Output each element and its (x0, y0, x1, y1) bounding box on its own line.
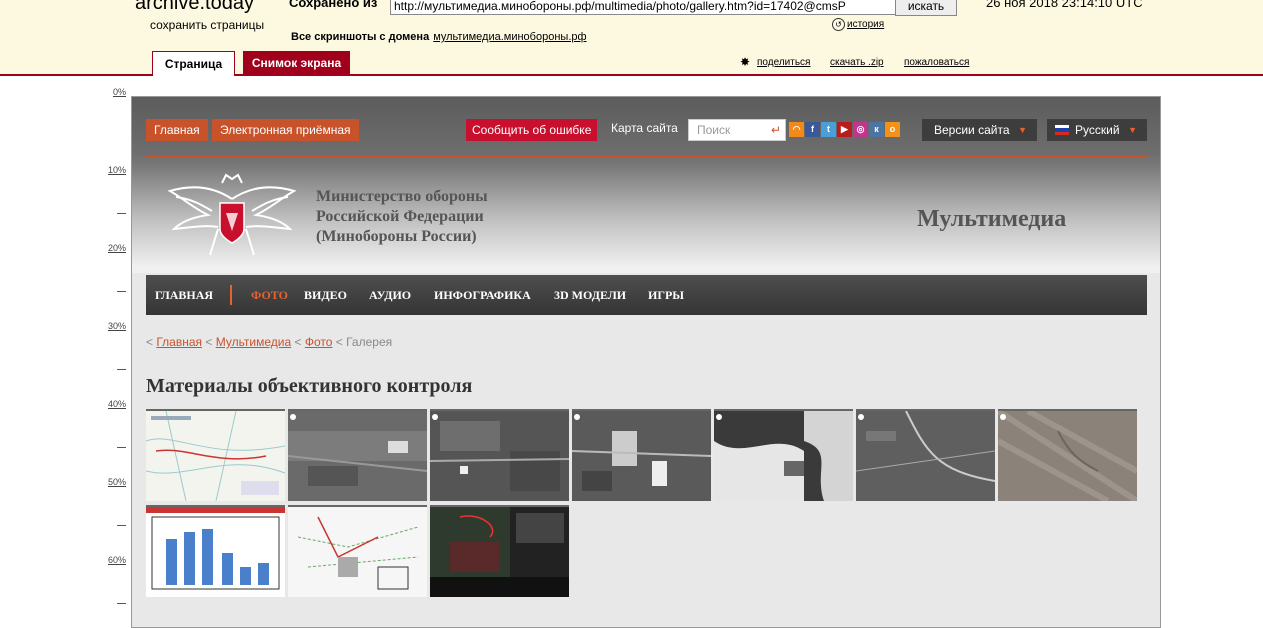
chevron-down-icon: ▼ (1018, 125, 1027, 135)
saved-from-label: Сохранено из (289, 0, 378, 10)
download-zip-link[interactable]: скачать .zip (830, 57, 884, 68)
ruler-tick (117, 369, 126, 370)
search-button[interactable]: искать (895, 0, 957, 16)
ministry-name-line: Российской Федерации (316, 208, 484, 225)
domain-link[interactable]: мультимедиа.минобороны.рф (433, 31, 586, 43)
history-link-text: история (847, 19, 885, 31)
tab-page[interactable]: Страница (152, 51, 235, 76)
ruler-tick (117, 291, 126, 292)
share-icon[interactable]: ✸ (740, 55, 754, 69)
gallery-thumbnail[interactable] (146, 409, 285, 501)
menu-item-audio[interactable]: АУДИО (369, 275, 411, 315)
gallery-thumbnail[interactable] (856, 409, 995, 501)
menu-item-3d-models[interactable]: 3D МОДЕЛИ (554, 275, 626, 315)
report-error-button[interactable]: Сообщить об ошибке (466, 119, 598, 141)
breadcrumb-home[interactable]: Главная (156, 335, 202, 349)
breadcrumb: < Главная < Мультимедиа < Фото < Галерея (146, 335, 392, 349)
main-menu: ГЛАВНАЯ ФОТО ВИДЕО АУДИО ИНФОГРАФИКА 3D … (146, 275, 1147, 315)
site-versions-dropdown[interactable]: Версии сайта ▼ (922, 119, 1037, 141)
page-title: Материалы объективного контроля (146, 375, 473, 397)
ministry-name-line: (Минобороны России) (316, 228, 477, 245)
gallery-thumbnail[interactable] (714, 409, 853, 501)
site-versions-label: Версии сайта (934, 123, 1010, 137)
enter-icon[interactable]: ↵ (771, 120, 781, 140)
gallery-thumbnail[interactable] (998, 409, 1137, 501)
twitter-icon[interactable]: t (821, 122, 836, 137)
share-link[interactable]: поделиться (757, 57, 810, 68)
site-search-placeholder: Поиск (697, 123, 731, 137)
social-icons: ◠ f t ▶ ◎ к о (789, 122, 901, 140)
reception-button[interactable]: Электронная приёмная (212, 119, 359, 141)
ruler-tick (117, 213, 126, 214)
chevron-down-icon: ▼ (1128, 125, 1137, 135)
scroll-ruler: 0% 10% 20% 30% 40% 50% 60% (100, 76, 128, 614)
facebook-icon[interactable]: f (805, 122, 820, 137)
archived-page: Главная Электронная приёмная Сообщить об… (131, 96, 1161, 628)
ministry-name: Министерство обороны Российской Федераци… (316, 187, 488, 247)
breadcrumb-current: Галерея (346, 335, 393, 349)
ruler-label[interactable]: 0% (113, 87, 126, 97)
breadcrumb-sep: < (146, 335, 157, 349)
sitemap-link[interactable]: Карта сайта (611, 121, 678, 135)
menu-item-infographics[interactable]: ИНФОГРАФИКА (434, 275, 531, 315)
ruler-tick (117, 603, 126, 604)
gallery-thumbnail[interactable] (146, 505, 285, 597)
breadcrumb-multimedia[interactable]: Мультимедиа (216, 335, 291, 349)
ruler-label[interactable]: 30% (108, 321, 126, 331)
odnoklassniki-icon[interactable]: о (885, 122, 900, 137)
double-headed-eagle-emblem-icon[interactable] (162, 169, 302, 261)
site-header: Главная Электронная приёмная Сообщить об… (132, 97, 1160, 273)
archive-header: archive.today сохранить страницы Сохране… (0, 0, 1263, 76)
ruler-label[interactable]: 40% (108, 399, 126, 409)
site-home-button[interactable]: Главная (146, 119, 208, 141)
ruler-label[interactable]: 10% (108, 165, 126, 175)
menu-separator (230, 285, 232, 305)
all-screenshots: Все скриншоты с домена мультимедиа.минобо… (291, 31, 587, 43)
youtube-icon[interactable]: ▶ (837, 122, 852, 137)
breadcrumb-sep: < (291, 335, 305, 349)
header-divider (146, 155, 1147, 157)
ruler-tick (117, 447, 126, 448)
gallery-thumbnail[interactable] (572, 409, 711, 501)
url-input[interactable] (390, 0, 898, 15)
menu-item-video[interactable]: ВИДЕО (304, 275, 347, 315)
menu-item-photo[interactable]: ФОТО (251, 275, 288, 315)
breadcrumb-sep: < (332, 335, 347, 349)
ruler-tick (117, 525, 126, 526)
report-link[interactable]: пожаловаться (904, 57, 969, 68)
menu-item-home[interactable]: ГЛАВНАЯ (155, 275, 213, 315)
ruler-label[interactable]: 60% (108, 555, 126, 565)
breadcrumb-photo[interactable]: Фото (305, 335, 333, 349)
archive-logo[interactable]: archive.today (135, 0, 254, 15)
russian-flag-icon (1055, 125, 1069, 135)
language-dropdown[interactable]: Русский ▼ (1047, 119, 1147, 141)
ruler-label[interactable]: 20% (108, 243, 126, 253)
ministry-name-line: Министерство обороны (316, 188, 488, 205)
gallery-thumbnail[interactable] (430, 409, 569, 501)
menu-item-games[interactable]: ИГРЫ (648, 275, 684, 315)
history-icon: ↺ (832, 18, 845, 31)
all-screenshots-label: Все скриншоты с домена (291, 31, 430, 43)
vk-icon[interactable]: к (869, 122, 884, 137)
gallery-thumbnail[interactable] (288, 505, 427, 597)
gallery-thumbnail[interactable] (288, 409, 427, 501)
site-search-input[interactable]: Поиск ↵ (688, 119, 786, 141)
gallery-thumbnail[interactable] (430, 505, 569, 597)
ruler-label[interactable]: 50% (108, 477, 126, 487)
instagram-icon[interactable]: ◎ (853, 122, 868, 137)
breadcrumb-sep: < (202, 335, 216, 349)
rss-icon[interactable]: ◠ (789, 122, 804, 137)
tab-screenshot[interactable]: Снимок экрана (243, 51, 350, 75)
history-link[interactable]: ↺ история (832, 18, 884, 31)
language-label: Русский (1075, 123, 1120, 137)
archive-timestamp: 26 ноя 2018 23:14:10 UTC (986, 0, 1143, 10)
archive-logo-subtitle: сохранить страницы (150, 18, 265, 32)
section-title: Мультимедиа (917, 206, 1067, 232)
